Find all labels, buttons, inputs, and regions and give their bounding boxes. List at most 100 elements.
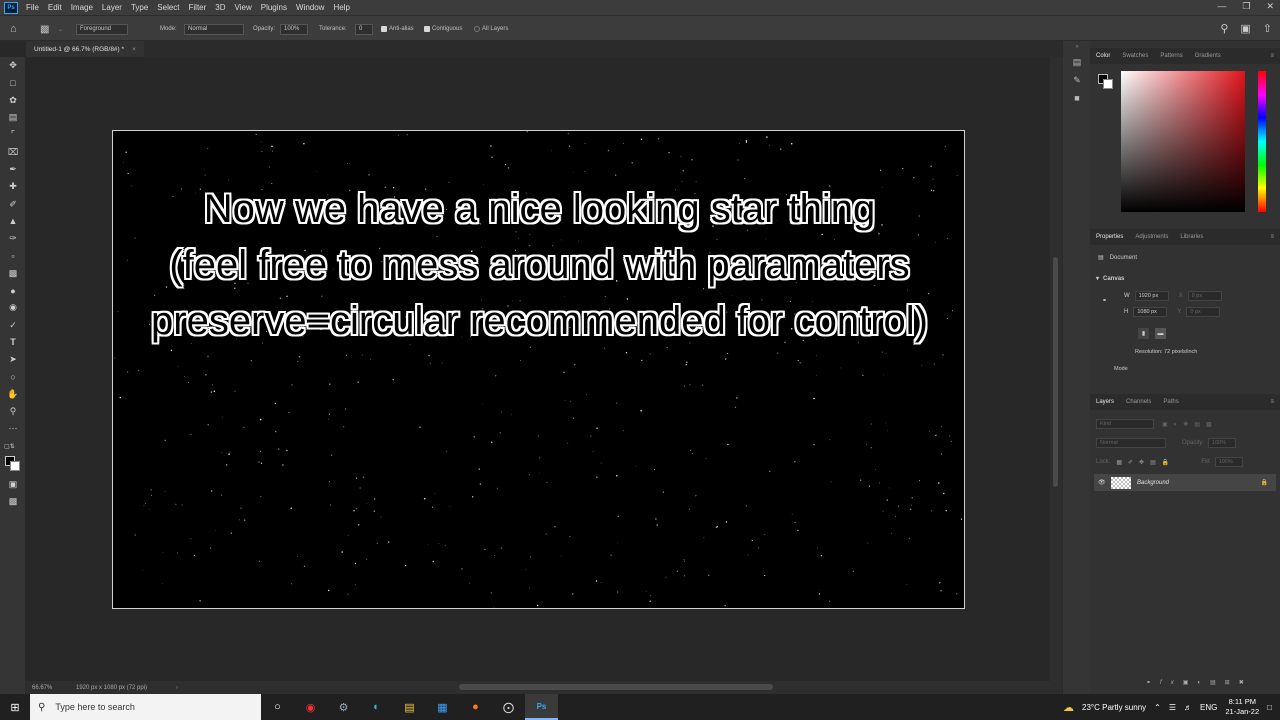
- vertical-scrollbar[interactable]: [1050, 57, 1062, 681]
- workspace[interactable]: Now we have a nice looking star thing (f…: [26, 57, 1050, 681]
- menu-window[interactable]: Window: [296, 3, 324, 12]
- lasso-tool-icon[interactable]: ✿: [0, 92, 26, 109]
- vertical-scroll-thumb[interactable]: [1053, 257, 1058, 487]
- frame-tool-icon[interactable]: ⌧: [0, 143, 26, 160]
- fill-source-select[interactable]: Foreground: [76, 16, 128, 42]
- color-picker-field[interactable]: [1121, 71, 1245, 212]
- visibility-eye-icon[interactable]: 👁: [1098, 479, 1106, 486]
- delete-layer-icon[interactable]: ✖: [1239, 679, 1253, 686]
- tab-swatches[interactable]: Swatches: [1116, 53, 1154, 59]
- document-tab[interactable]: Untitled-1 @ 66.7% (RGB/8#) * ×: [26, 41, 144, 57]
- portrait-icon[interactable]: ▮: [1138, 328, 1149, 339]
- notifications-icon[interactable]: □: [1267, 703, 1272, 712]
- layer-opacity-input[interactable]: 100%: [1208, 438, 1237, 448]
- taskbar-search-box[interactable]: ⚲ Type here to search: [30, 694, 261, 720]
- libraries-panel-icon[interactable]: ■: [1063, 89, 1091, 107]
- link-dimensions-icon[interactable]: ⚭: [1102, 297, 1107, 304]
- move-tool-icon[interactable]: ✥: [0, 57, 26, 74]
- lock-icons[interactable]: ▦✐✥▤🔒: [1116, 459, 1175, 466]
- close-tab-icon[interactable]: ×: [132, 46, 136, 53]
- blur-tool-icon[interactable]: ●: [0, 282, 26, 299]
- layer-row-background[interactable]: 👁 Background 🔒: [1094, 474, 1276, 491]
- zoom-tool-icon[interactable]: ⚲: [0, 403, 26, 420]
- tools-presets-icon[interactable]: ✎: [1063, 71, 1091, 89]
- height-input[interactable]: 1080 px: [1133, 307, 1168, 317]
- marquee-tool-icon[interactable]: □: [0, 74, 26, 91]
- y-input[interactable]: 0 px: [1186, 307, 1221, 317]
- tab-patterns[interactable]: Patterns: [1154, 53, 1188, 59]
- horizontal-scroll-thumb[interactable]: [459, 684, 773, 690]
- background-color-swatch[interactable]: [10, 461, 20, 471]
- menu-image[interactable]: Image: [71, 3, 93, 12]
- canvas-section-header[interactable]: ▾ Canvas: [1096, 275, 1124, 283]
- menu-select[interactable]: Select: [157, 3, 179, 12]
- type-tool-icon[interactable]: T: [0, 334, 26, 351]
- tolerance-input[interactable]: 0: [355, 16, 373, 42]
- tab-paths[interactable]: Paths: [1157, 399, 1184, 405]
- all-layers-checkbox[interactable]: All Layers: [474, 16, 508, 42]
- new-group-icon[interactable]: ▤: [1210, 679, 1225, 686]
- screen-mode-icon[interactable]: ▩: [0, 493, 26, 510]
- windows-start-icon[interactable]: ⊞: [0, 694, 30, 720]
- layer-filter-icons[interactable]: ▣◐✥▤▩: [1162, 421, 1218, 428]
- document-info[interactable]: 1920 px x 1080 px (72 ppi): [76, 685, 147, 691]
- menu-layer[interactable]: Layer: [102, 3, 122, 12]
- path-selection-tool-icon[interactable]: ➤: [0, 351, 26, 368]
- anti-alias-checkbox[interactable]: Anti-alias: [381, 16, 414, 42]
- landscape-icon[interactable]: ▬: [1155, 328, 1166, 339]
- hue-slider[interactable]: [1258, 71, 1266, 212]
- adjustment-layer-icon[interactable]: ◐: [1197, 680, 1210, 686]
- tab-gradients[interactable]: Gradients: [1189, 53, 1227, 59]
- tab-properties[interactable]: Properties: [1090, 234, 1129, 240]
- tab-layers[interactable]: Layers: [1090, 399, 1120, 405]
- restore-icon[interactable]: ❐: [1242, 1, 1250, 12]
- menu-view[interactable]: View: [235, 3, 252, 12]
- width-input[interactable]: 1920 px: [1134, 291, 1169, 301]
- tab-channels[interactable]: Channels: [1120, 399, 1157, 405]
- file-explorer-icon[interactable]: ▤: [393, 694, 426, 720]
- zoom-level[interactable]: 66.67%: [32, 685, 68, 691]
- layers-panel-menu-icon[interactable]: ≡: [1270, 399, 1274, 405]
- menu-file[interactable]: File: [26, 3, 39, 12]
- tab-color[interactable]: Color: [1090, 53, 1116, 59]
- status-chevron-icon[interactable]: ›: [176, 685, 178, 691]
- store-icon[interactable]: ▦: [426, 694, 459, 720]
- steam-icon[interactable]: ⚙: [327, 694, 360, 720]
- weather-text[interactable]: 23°C Partly sunny: [1082, 703, 1146, 712]
- menu-filter[interactable]: Filter: [189, 3, 207, 12]
- photoshop-taskbar-icon[interactable]: Ps: [525, 694, 558, 720]
- paint-bucket-tool-icon[interactable]: ▩: [0, 265, 26, 282]
- minimize-icon[interactable]: —: [1217, 1, 1226, 12]
- tab-libraries[interactable]: Libraries: [1174, 234, 1209, 240]
- share-icon[interactable]: ⇧: [1263, 22, 1272, 35]
- workspace-icon[interactable]: ▣: [1240, 22, 1250, 35]
- home-icon[interactable]: ⌂: [10, 16, 17, 42]
- clock[interactable]: 8:11 PM 21-Jan-22: [1225, 697, 1259, 717]
- x-input[interactable]: 0 px: [1187, 291, 1222, 301]
- more-tools-icon[interactable]: ⋯: [0, 420, 26, 437]
- color-background-swatch[interactable]: [1103, 79, 1113, 89]
- fill-input[interactable]: 100%: [1214, 457, 1243, 467]
- firefox-icon[interactable]: ●: [459, 694, 492, 720]
- menu-3d[interactable]: 3D: [215, 3, 225, 12]
- opacity-input[interactable]: 100%: [280, 16, 308, 42]
- pen-tool-icon[interactable]: ✓: [0, 316, 26, 333]
- history-panel-icon[interactable]: ▤: [1063, 53, 1091, 71]
- hand-tool-icon[interactable]: ✋: [0, 386, 26, 403]
- tab-adjustments[interactable]: Adjustments: [1129, 234, 1174, 240]
- link-layers-icon[interactable]: ⚭: [1146, 679, 1160, 686]
- dodge-tool-icon[interactable]: ◉: [0, 299, 26, 316]
- cortana-icon[interactable]: ○: [261, 694, 294, 720]
- language-indicator[interactable]: ENG: [1200, 703, 1217, 712]
- shape-tool-icon[interactable]: ○: [0, 368, 26, 385]
- menu-plugins[interactable]: Plugins: [261, 3, 287, 12]
- app-red-icon[interactable]: ◉: [294, 694, 327, 720]
- properties-panel-menu-icon[interactable]: ≡: [1270, 234, 1274, 240]
- default-colors-icon[interactable]: ▢⇅: [0, 438, 26, 455]
- mode-select[interactable]: Normal: [184, 16, 244, 42]
- collapse-icon[interactable]: »: [1063, 41, 1091, 53]
- menu-help[interactable]: Help: [333, 3, 349, 12]
- contiguous-checkbox[interactable]: Contiguous: [424, 16, 462, 42]
- brush-tool-icon[interactable]: ✐: [0, 195, 26, 212]
- network-icon[interactable]: ☰: [1169, 703, 1176, 712]
